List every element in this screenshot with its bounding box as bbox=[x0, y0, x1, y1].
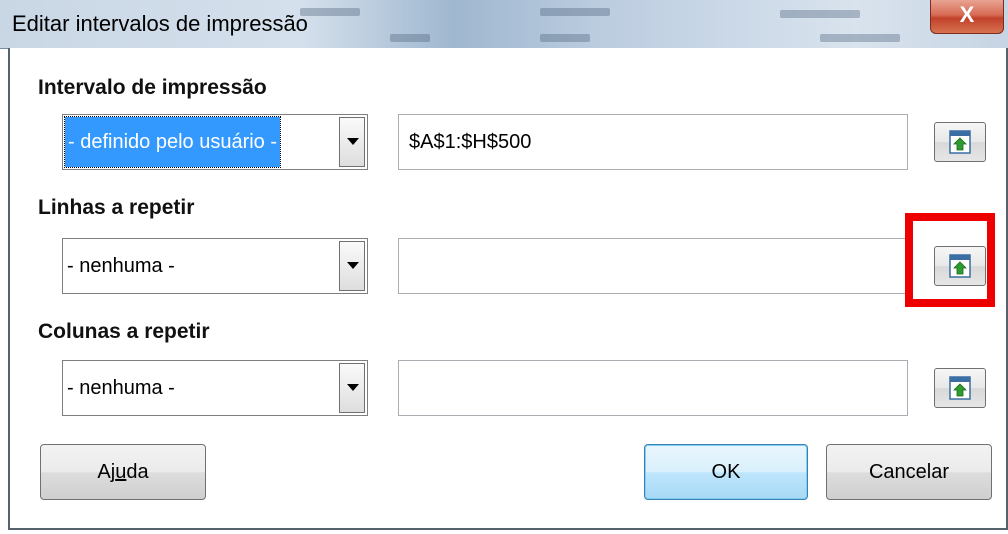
background-window-ghost bbox=[540, 34, 590, 42]
ok-button[interactable]: OK bbox=[644, 444, 808, 500]
columns-to-repeat-selected-value: - nenhuma - bbox=[67, 377, 175, 399]
window-title: Editar intervalos de impressão bbox=[12, 11, 308, 36]
background-window-ghost bbox=[390, 34, 430, 42]
chevron-down-icon[interactable] bbox=[339, 241, 365, 291]
print-range-shrink-button[interactable] bbox=[934, 122, 986, 162]
print-range-dropdown[interactable]: - definido pelo usuário - bbox=[62, 114, 368, 170]
close-icon: X bbox=[959, 2, 975, 27]
columns-to-repeat-label: Colunas a repetir bbox=[38, 320, 210, 343]
chevron-down-icon[interactable] bbox=[339, 117, 365, 167]
background-window-ghost bbox=[540, 8, 610, 16]
columns-to-repeat-input[interactable] bbox=[398, 360, 908, 416]
print-range-input[interactable]: $A$1:$H$500 bbox=[398, 114, 908, 170]
help-accelerator: u bbox=[115, 461, 127, 483]
help-button[interactable]: Ajuda bbox=[40, 444, 206, 500]
cancel-button[interactable]: Cancelar bbox=[826, 444, 992, 500]
rows-to-repeat-input[interactable] bbox=[398, 238, 908, 294]
close-button[interactable]: X bbox=[930, 0, 1004, 34]
shrink-range-icon bbox=[949, 376, 971, 400]
columns-to-repeat-shrink-button[interactable] bbox=[934, 368, 986, 408]
background-window-ghost bbox=[780, 10, 860, 18]
title-bar: Editar intervalos de impressão X bbox=[0, 0, 1008, 49]
rows-to-repeat-label: Linhas a repetir bbox=[38, 196, 195, 219]
background-window-ghost bbox=[820, 34, 900, 42]
print-range-label: Intervalo de impressão bbox=[38, 76, 267, 99]
help-label-part: Aj bbox=[97, 461, 116, 483]
rows-to-repeat-dropdown[interactable]: - nenhuma - bbox=[62, 238, 368, 294]
annotation-highlight-box bbox=[905, 213, 995, 307]
help-label-part: da bbox=[126, 461, 149, 483]
print-range-selected-value: - definido pelo usuário - bbox=[63, 116, 282, 168]
background-window-ghost bbox=[300, 8, 360, 16]
chevron-down-icon[interactable] bbox=[339, 363, 365, 413]
columns-to-repeat-dropdown[interactable]: - nenhuma - bbox=[62, 360, 368, 416]
rows-to-repeat-selected-value: - nenhuma - bbox=[67, 255, 175, 277]
shrink-range-icon bbox=[949, 130, 971, 154]
